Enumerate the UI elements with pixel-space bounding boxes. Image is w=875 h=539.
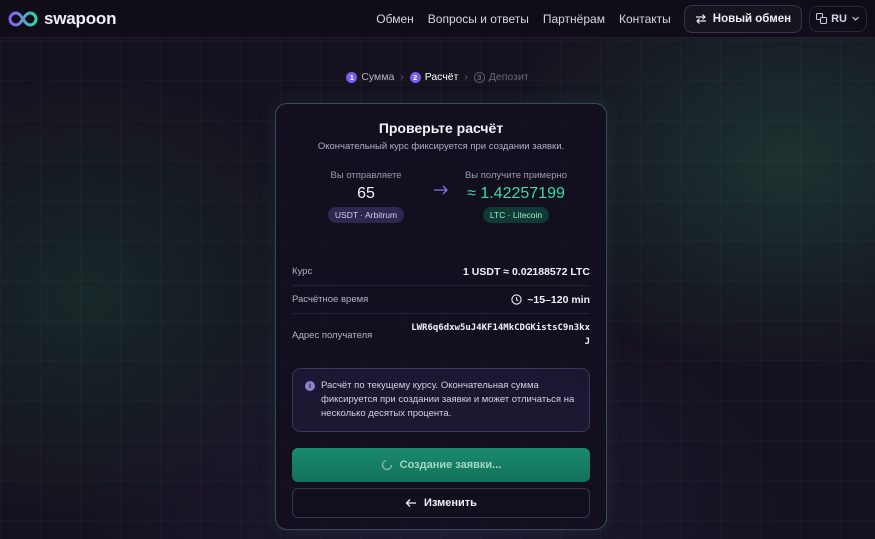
nav-contacts[interactable]: Контакты [619, 12, 671, 26]
chevron-right-icon: › [464, 71, 468, 83]
receive-block: Вы получите примерно ≈ 1.42257199 LTC · … [461, 170, 571, 223]
brand-name: swapoon [44, 8, 117, 28]
chevron-down-icon [852, 16, 859, 21]
step-calculation: 2 Расчёт [409, 71, 459, 83]
exchange-summary: Вы отправляете 65 USDT · Arbitrum Вы пол… [292, 170, 590, 228]
rate-row: Курс 1 USDT ≈ 0.02188572 LTC [292, 258, 590, 286]
language-code: RU [831, 12, 847, 25]
translate-icon [816, 13, 828, 24]
chevron-right-icon: › [400, 71, 404, 83]
address-label: Адрес получателя [292, 329, 373, 341]
arrow-left-icon [405, 499, 417, 507]
rate-value: 1 USDT ≈ 0.02188572 LTC [463, 265, 590, 278]
receive-label: Вы получите примерно [464, 170, 568, 181]
send-asset-badge: USDT · Arbitrum [327, 207, 405, 223]
step-number: 1 [346, 71, 358, 83]
send-block: Вы отправляете 65 USDT · Arbitrum [311, 170, 421, 223]
clock-icon [511, 294, 522, 305]
brand-logo[interactable]: swapoon [8, 9, 116, 29]
step-label: Депозит [488, 71, 529, 83]
step-label: Сумма [361, 71, 395, 83]
send-label: Вы отправляете [330, 170, 402, 181]
nav-faq[interactable]: Вопросы и ответы [428, 12, 529, 26]
step-deposit: 3 Депозит [473, 71, 529, 83]
new-exchange-button[interactable]: Новый обмен [683, 4, 803, 33]
time-row: Расчётное время ~15–120 min [292, 286, 590, 314]
address-row: Адрес получателя LWR6q6dxw5uJ4KF14MkCDGK… [292, 314, 590, 356]
step-number: 2 [409, 71, 421, 83]
details-list: Курс 1 USDT ≈ 0.02188572 LTC Расчётное в… [292, 258, 590, 356]
swap-arrows-icon [695, 13, 706, 24]
card-subtitle: Окончательный курс фиксируется при созда… [317, 141, 565, 152]
info-icon: i [305, 381, 315, 391]
new-exchange-label: Новый обмен [712, 12, 792, 25]
create-order-button[interactable]: Создание заявки... [292, 448, 590, 482]
infinity-logo-icon [8, 10, 38, 27]
nav-partners[interactable]: Партнёрам [543, 12, 605, 26]
nav-exchange[interactable]: Обмен [376, 12, 414, 26]
main-nav: Обмен Вопросы и ответы Партнёрам Контакт… [376, 12, 671, 26]
spinner-icon [381, 459, 392, 471]
receive-asset-badge: LTC · Litecoin [482, 207, 550, 223]
time-label: Расчётное время [292, 294, 369, 305]
progress-stepper: 1 Сумма › 2 Расчёт › 3 Депозит [0, 71, 875, 83]
time-value-wrap: ~15–120 min [511, 294, 590, 306]
step-label: Расчёт [424, 71, 459, 83]
rate-label: Курс [292, 266, 313, 277]
address-value: LWR6q6dxw5uJ4KF14MkCDGKistsC9n3kxJ [411, 323, 590, 347]
send-amount: 65 [357, 185, 375, 202]
card-title: Проверьте расчёт [378, 120, 504, 136]
receive-amount: ≈ 1.42257199 [467, 185, 565, 202]
info-notice: i Расчёт по текущему курсу. Окончательна… [292, 368, 590, 432]
create-order-label: Создание заявки... [399, 459, 502, 471]
review-card: Проверьте расчёт Окончательный курс фикс… [275, 103, 607, 530]
edit-button[interactable]: Изменить [292, 488, 590, 518]
top-header: swapoon Обмен Вопросы и ответы Партнёрам… [0, 0, 875, 38]
language-selector[interactable]: RU [809, 5, 867, 32]
info-text: Расчёт по текущему курсу. Окончательная … [321, 380, 575, 419]
time-value: ~15–120 min [527, 293, 590, 306]
step-amount[interactable]: 1 Сумма [346, 71, 394, 83]
edit-label: Изменить [424, 497, 477, 509]
step-number: 3 [473, 71, 485, 83]
arrow-right-icon [421, 182, 461, 200]
